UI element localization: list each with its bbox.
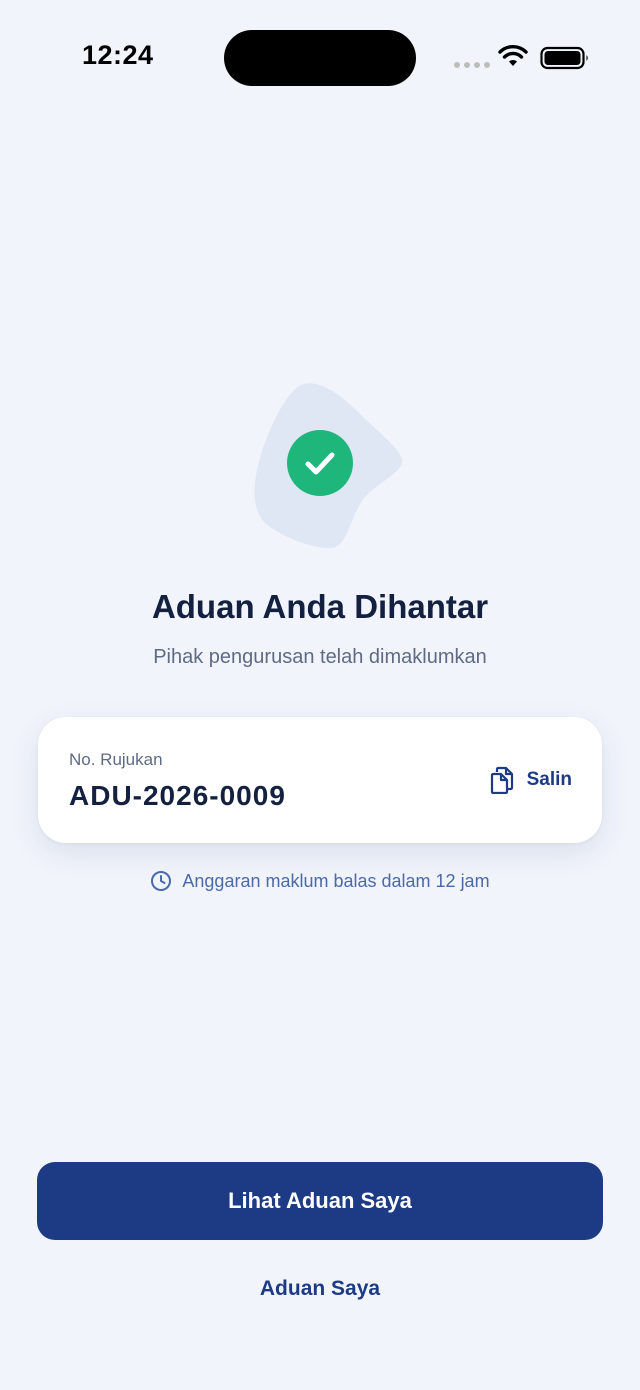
copy-button[interactable]: Salin bbox=[489, 765, 572, 795]
eta-text: Anggaran maklum balas dalam 12 jam bbox=[182, 870, 490, 891]
reference-card: No. Rujukan ADU-2026-0009 Salin bbox=[38, 717, 602, 843]
page-title: Aduan Anda Dihantar bbox=[151, 588, 489, 625]
view-my-complaints-button[interactable]: Lihat Aduan Saya bbox=[37, 1162, 603, 1240]
wifi-icon bbox=[498, 45, 528, 66]
my-complaints-link[interactable]: Aduan Saya bbox=[0, 1277, 640, 1301]
reference-number: ADU-2026-0009 bbox=[69, 780, 286, 811]
check-circle-icon bbox=[287, 430, 353, 496]
page-subtitle: Pihak pengurusan telah dimaklumkan bbox=[153, 646, 487, 668]
clock-icon bbox=[151, 871, 172, 891]
status-time: 12:24 bbox=[82, 40, 154, 70]
status-bar: 12:24 bbox=[0, 0, 640, 110]
response-eta: Anggaran maklum balas dalam 12 jam bbox=[0, 870, 640, 892]
dynamic-island bbox=[224, 30, 416, 86]
copy-label: Salin bbox=[526, 769, 572, 790]
reference-label: No. Rujukan bbox=[69, 750, 163, 769]
battery-icon bbox=[540, 46, 588, 70]
copy-icon bbox=[490, 766, 513, 794]
signal-dots-icon bbox=[454, 62, 490, 70]
